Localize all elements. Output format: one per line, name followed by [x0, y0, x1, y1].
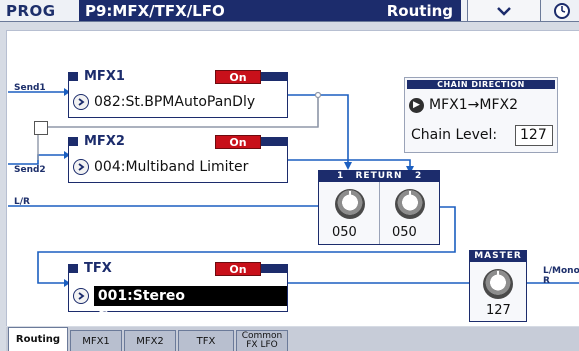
tfx-on-button[interactable]: On: [215, 262, 261, 276]
return-divider: [379, 182, 380, 244]
return-ch2-label: 2: [415, 171, 422, 181]
chain-direction-title: CHAIN DIRECTION: [407, 80, 555, 89]
mfx2-on-button[interactable]: On: [215, 135, 261, 149]
chain-direction-select[interactable]: ▶ MFX1→MFX2: [409, 97, 518, 113]
tab-mfx2[interactable]: MFX2: [124, 330, 176, 351]
lr-label: L/R: [14, 197, 30, 207]
chain-direction-value[interactable]: MFX1→MFX2: [429, 97, 518, 113]
mfx1-effect-name[interactable]: 082:St.BPMAutoPanDly: [94, 94, 255, 110]
return-panel: RETURN 1 2 050 050: [318, 170, 440, 245]
return1-knob[interactable]: [335, 189, 365, 219]
mfx2-box: MFX2 On 004:Multiband Limiter: [68, 135, 288, 183]
out-l-mono-label: L/Mono: [543, 266, 579, 276]
out-r-label: R: [543, 276, 550, 286]
mfx1-box: MFX1 On 082:St.BPMAutoPanDly: [68, 70, 288, 118]
tfx-effect-row[interactable]: 001:Stereo Compressor: [73, 286, 287, 324]
return2-knob[interactable]: [395, 189, 425, 219]
return2-value[interactable]: 050: [392, 225, 417, 240]
chain-checkbox[interactable]: [34, 121, 48, 135]
tfx-bar-left: [68, 264, 78, 273]
send2-label: Send2: [14, 165, 46, 175]
mfx1-name: MFX1: [81, 70, 128, 84]
chevron-right-icon[interactable]: [73, 159, 89, 175]
mfx2-bar-left: [68, 137, 78, 146]
tab-mfx1[interactable]: MFX1: [70, 330, 122, 351]
send1-label: Send1: [14, 83, 46, 93]
master-knob[interactable]: [483, 269, 513, 299]
mfx2-effect-name[interactable]: 004:Multiband Limiter: [94, 159, 248, 175]
tfx-effect-name[interactable]: 001:Stereo Compressor: [93, 286, 287, 324]
return1-value[interactable]: 050: [332, 225, 357, 240]
master-value[interactable]: 127: [486, 303, 511, 318]
mfx1-bar-left: [68, 72, 78, 81]
page-tabs: Routing MFX1 MFX2 TFX Common FX LFO: [6, 327, 579, 351]
master-panel: MASTER 127: [469, 250, 527, 322]
chevron-right-icon[interactable]: [73, 288, 89, 304]
chevron-right-icon[interactable]: ▶: [409, 97, 424, 113]
mfx2-effect-row[interactable]: 004:Multiband Limiter: [73, 157, 248, 177]
mfx2-name: MFX2: [81, 135, 128, 149]
tab-routing[interactable]: Routing: [8, 327, 68, 351]
mfx1-effect-row[interactable]: 082:St.BPMAutoPanDly: [73, 92, 255, 112]
tab-tfx[interactable]: TFX: [178, 330, 234, 351]
chain-level-field[interactable]: 127: [515, 125, 553, 146]
return-ch1-label: 1: [337, 171, 344, 181]
tab-common-fx-lfo[interactable]: Common FX LFO: [236, 330, 288, 351]
tfx-box: TFX On 001:Stereo Compressor: [68, 262, 288, 324]
master-title: MASTER: [470, 251, 526, 262]
chain-direction-panel: CHAIN DIRECTION ▶ MFX1→MFX2 Chain Level:…: [404, 77, 558, 153]
tfx-name: TFX: [81, 262, 115, 276]
mfx1-on-button[interactable]: On: [215, 70, 261, 84]
chain-level-label: Chain Level:: [411, 127, 498, 143]
chevron-right-icon[interactable]: [73, 94, 89, 110]
